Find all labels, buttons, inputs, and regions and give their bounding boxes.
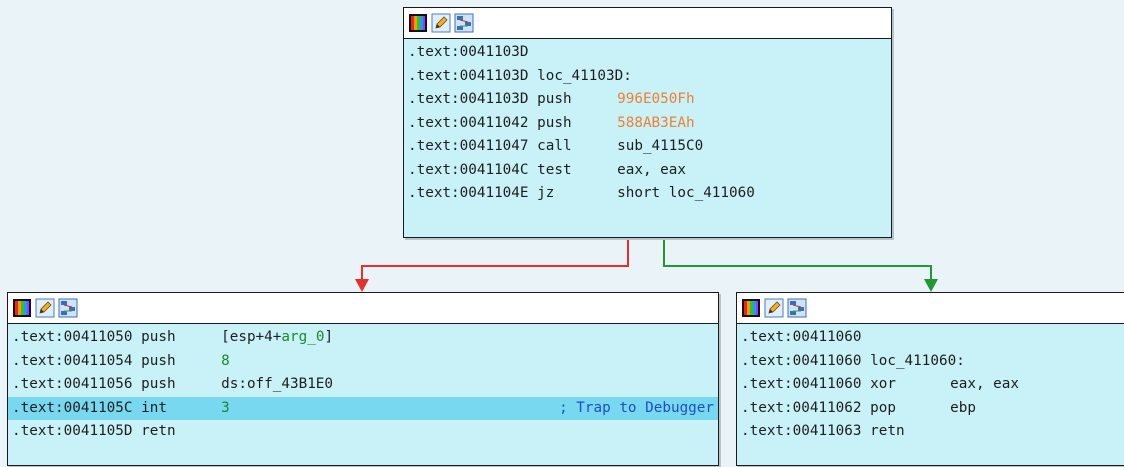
node-loc-41103D[interactable]: .text:0041103D .text:0041103D loc_41103D… [403, 7, 892, 238]
address: .text:00411060 [741, 352, 862, 369]
node-header [8, 293, 718, 324]
operand[interactable]: eax, eax [950, 373, 1019, 397]
edge-true-branch [663, 237, 932, 284]
address: .text:0041104C [408, 161, 529, 178]
asm-line[interactable]: .text:00411042 push 588AB3EAh [404, 112, 891, 136]
mnemonic: push [141, 376, 176, 392]
mnemonic: xor [870, 376, 896, 392]
mnemonic: pop [870, 399, 896, 416]
operand-suffix: ] [324, 329, 334, 345]
asm-line[interactable]: .text:0041104C test eax, eax [404, 159, 891, 183]
mnemonic: jz [537, 185, 555, 201]
operand[interactable]: 3 [221, 397, 230, 421]
operand[interactable]: [esp+4+arg_0] [221, 326, 333, 350]
edge-false-arrowhead [355, 279, 369, 292]
asm-line[interactable]: .text:00411047 call sub_4115C0 [404, 135, 891, 159]
asm-line[interactable]: .text:0041104E jz short loc_411060 [404, 182, 891, 206]
mnemonic: push [141, 352, 176, 369]
edge-false-branch [361, 237, 629, 284]
node-header [404, 8, 891, 39]
address: .text:0041105D [12, 423, 133, 439]
edit-pencil-icon[interactable] [431, 13, 451, 33]
address: .text:0041104E [408, 185, 529, 201]
address: .text:0041105C [12, 399, 133, 416]
operand[interactable]: 588AB3EAh [617, 112, 694, 136]
mnemonic: push [537, 114, 572, 131]
color-palette-icon[interactable] [408, 13, 428, 33]
asm-line[interactable]: .text:00411060 xor eax, eax [737, 373, 1124, 397]
address: .text:00411060 [741, 376, 862, 392]
operand[interactable]: 996E050Fh [617, 88, 694, 112]
address: .text:00411063 [741, 423, 862, 439]
operand[interactable]: sub_4115C0 [617, 135, 703, 159]
color-palette-icon[interactable] [12, 298, 32, 318]
asm-line[interactable]: .text:0041103D push 996E050Fh [404, 88, 891, 112]
asm-line[interactable]: .text:00411062 pop ebp [737, 397, 1124, 421]
address: .text:0041103D [408, 44, 529, 60]
graph-view-icon[interactable] [58, 298, 78, 318]
asm-line[interactable]: .text:00411063 retn [737, 420, 1124, 444]
mnemonic: test [537, 161, 572, 178]
operand[interactable]: eax, eax [617, 159, 686, 183]
mnemonic: call [537, 138, 572, 154]
asm-line[interactable]: .text:0041103D loc_41103D: [404, 65, 891, 89]
asm-line[interactable]: .text:00411054 push 8 [8, 350, 718, 374]
code-label[interactable]: loc_41103D: [537, 68, 632, 84]
color-palette-icon[interactable] [741, 298, 761, 318]
address: .text:0041103D [408, 91, 529, 107]
edit-pencil-icon[interactable] [764, 298, 784, 318]
operand[interactable]: short loc_411060 [617, 182, 755, 206]
operand-prefix: [esp+4+ [221, 329, 282, 345]
graph-view-icon[interactable] [454, 13, 474, 33]
mnemonic: push [537, 91, 572, 107]
address: .text:00411062 [741, 399, 862, 416]
operand[interactable]: ds:off_43B1E0 [221, 373, 333, 397]
mnemonic: retn [141, 423, 176, 439]
mnemonic: push [141, 329, 176, 345]
address: .text:00411050 [12, 329, 133, 345]
address: .text:00411047 [408, 138, 529, 154]
mnemonic: int [141, 399, 167, 416]
asm-line-selected[interactable]: .text:0041105C int 3 ; Trap to Debugger [8, 396, 718, 421]
graph-view-icon[interactable] [787, 298, 807, 318]
address: .text:00411054 [12, 352, 133, 369]
asm-line[interactable]: .text:00411056 push ds:off_43B1E0 [8, 373, 718, 397]
operand[interactable]: 8 [221, 350, 230, 374]
edit-pencil-icon[interactable] [35, 298, 55, 318]
edge-true-arrowhead [924, 279, 938, 292]
asm-line[interactable]: .text:0041105D retn [8, 420, 718, 444]
mnemonic: retn [870, 423, 905, 439]
asm-line[interactable]: .text:0041103D [404, 41, 891, 65]
code-label[interactable]: loc_411060: [870, 353, 965, 369]
comment: ; Trap to Debugger [559, 399, 714, 416]
node-loc-411050[interactable]: .text:00411050 push [esp+4+arg_0] .text:0… [7, 292, 719, 466]
operand[interactable]: ebp [950, 397, 976, 421]
operand-arg[interactable]: arg_0 [281, 329, 324, 345]
address: .text:00411056 [12, 376, 133, 392]
address: .text:00411060 [741, 329, 862, 345]
asm-line[interactable]: .text:00411060 [737, 326, 1124, 350]
node-loc-411060[interactable]: .text:00411060 .text:00411060 loc_411060… [736, 292, 1124, 466]
address: .text:0041103D [408, 67, 529, 84]
asm-line[interactable]: .text:00411050 push [esp+4+arg_0] [8, 326, 718, 350]
node-header [737, 293, 1124, 324]
asm-line[interactable]: .text:00411060 loc_411060: [737, 350, 1124, 374]
address: .text:00411042 [408, 114, 529, 131]
